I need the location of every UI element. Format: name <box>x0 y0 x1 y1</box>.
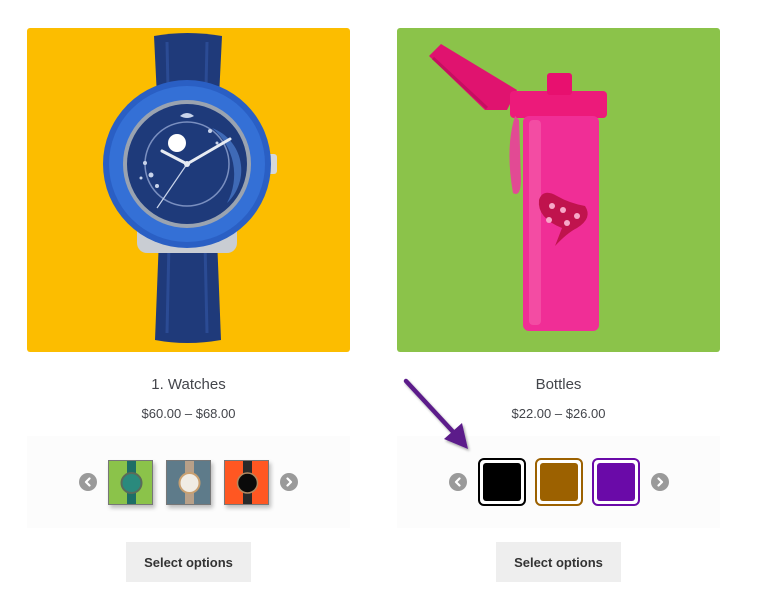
product-image-bottles[interactable] <box>397 28 720 352</box>
chevron-left-icon[interactable] <box>79 473 97 491</box>
swatch-black-watch[interactable] <box>224 459 269 505</box>
color-swatch-carousel <box>397 436 720 528</box>
chevron-left-icon[interactable] <box>448 473 467 491</box>
product-price: $60.00 – $68.00 <box>141 406 236 421</box>
color-swatch-purple[interactable] <box>591 458 640 506</box>
product-title[interactable]: 1. Watches <box>27 375 350 395</box>
swatch-silver-gold-watch[interactable] <box>166 459 211 505</box>
chevron-right-icon[interactable] <box>650 473 669 491</box>
image-swatch-carousel <box>27 436 350 528</box>
product-card-bottles: Bottles $22.00 – $26.00 Select options <box>397 28 720 582</box>
select-options-button[interactable]: Select options <box>126 542 251 582</box>
product-title[interactable]: Bottles <box>397 375 720 395</box>
swatch-green-watch[interactable] <box>108 459 153 505</box>
bottle-image <box>429 44 607 331</box>
color-swatch-brown[interactable] <box>534 458 583 506</box>
chevron-right-icon[interactable] <box>280 473 298 491</box>
product-price: $22.00 – $26.00 <box>511 406 606 421</box>
product-image-watches[interactable] <box>27 28 350 352</box>
color-swatch-black[interactable] <box>477 458 526 506</box>
watch-image <box>103 33 277 343</box>
product-card-watches: 1. Watches $60.00 – $68.00 Select option… <box>27 28 350 582</box>
select-options-button[interactable]: Select options <box>496 542 621 582</box>
